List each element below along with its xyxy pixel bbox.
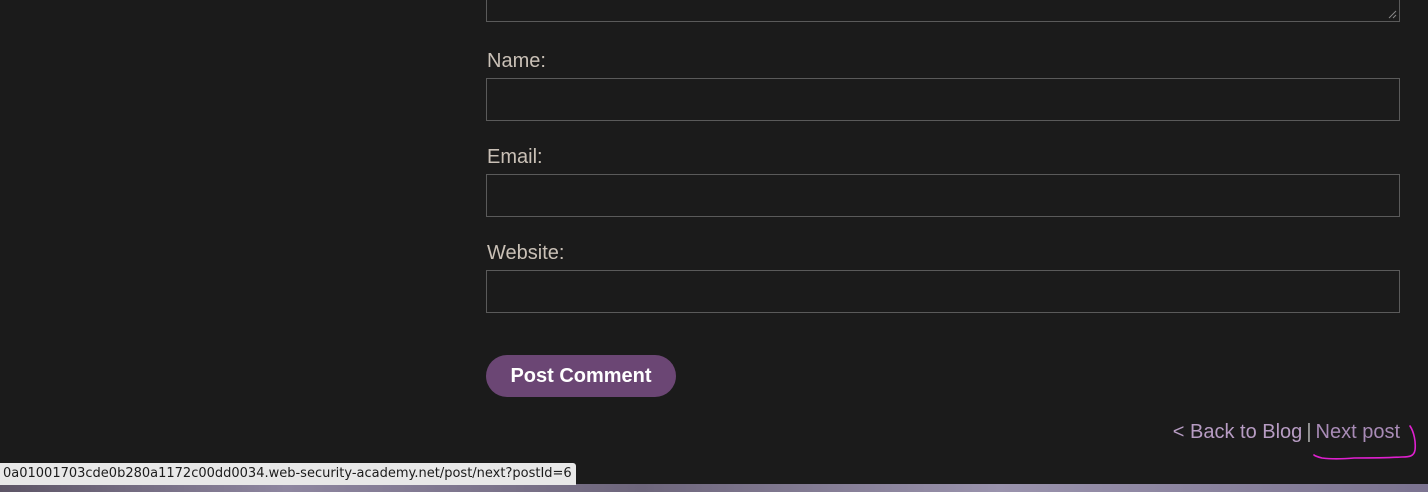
status-bar-url: 0a01001703cde0b280a1172c00dd0034.web-sec… [0,463,576,485]
name-label: Name: [487,50,546,72]
back-to-blog-link[interactable]: < Back to Blog [1173,421,1303,443]
email-field[interactable] [486,174,1400,217]
website-field[interactable] [486,270,1400,313]
post-comment-button[interactable]: Post Comment [486,355,676,397]
nav-separator: | [1306,421,1312,443]
footer-image-strip [0,484,1428,492]
resize-grip-icon[interactable] [1387,9,1397,19]
comment-textarea[interactable] [486,0,1400,22]
website-label: Website: [487,242,565,264]
post-navigation: < Back to Blog | Next post [1173,421,1400,444]
name-field[interactable] [486,78,1400,121]
email-label: Email: [487,146,543,168]
blog-post-page: Name: Email: Website: Post Comment < Bac… [0,0,1428,492]
next-post-link[interactable]: Next post [1316,421,1400,443]
